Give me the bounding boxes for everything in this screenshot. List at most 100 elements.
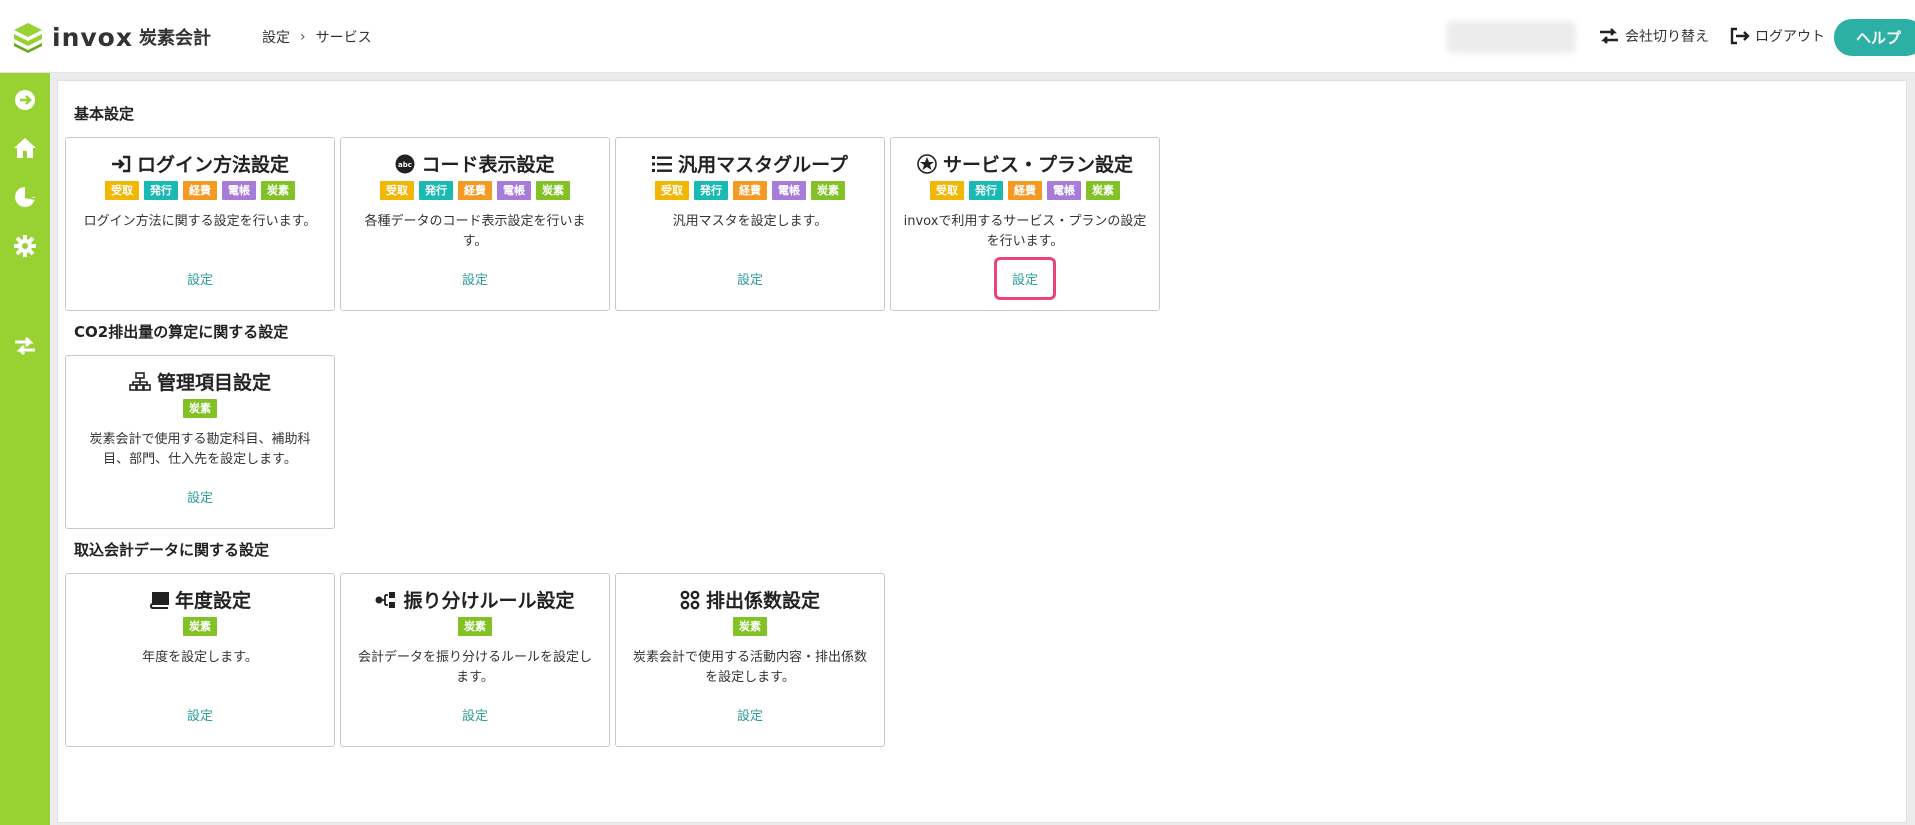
settings-link[interactable]: 設定 [721,257,779,300]
logo-subtitle: 炭素会計 [138,28,211,49]
card-fiscal-year: 年度設定 炭素 年度を設定します。 設定 [65,573,335,747]
section-title-basic: 基本設定 [74,105,135,123]
settings-link[interactable]: 設定 [171,475,229,518]
sidebar-arrow-circle-icon[interactable] [13,88,37,112]
tag-denchou: 電帳 [1047,181,1081,200]
switch-company-button[interactable]: 会社切り替え [1598,26,1709,46]
logo-text: invox [52,22,133,52]
breadcrumb-item-settings[interactable]: 設定 [262,27,290,47]
sidebar [0,73,50,825]
card-title: サービス・プラン設定 [942,154,1133,176]
tag-juryo: 受取 [380,181,414,200]
service-tags: 炭素 [341,617,609,636]
card-title: 汎用マスタグループ [678,154,848,176]
card-title: 管理項目設定 [156,372,271,394]
sidebar-home-icon[interactable] [13,136,37,160]
tag-tanso: 炭素 [733,617,767,636]
settings-link[interactable]: 設定 [446,257,504,300]
card-description: 汎用マスタを設定します。 [672,214,828,229]
tag-keihi: 経費 [733,181,767,200]
tag-juryo: 受取 [930,181,964,200]
book-icon [149,591,169,609]
tag-hakko: 発行 [694,181,728,200]
service-tags: 受取 発行 経費 電帳 炭素 [341,181,609,200]
settings-link-highlighted[interactable]: 設定 [993,257,1056,300]
card-management-items: 管理項目設定 炭素 炭素会計で使用する勘定科目、補助科目、部門、仕入先を設定しま… [65,355,335,529]
card-sorting-rules: 振り分けルール設定 炭素 会計データを振り分けるルールを設定します。 設定 [340,573,610,747]
card-title: 年度設定 [174,590,251,612]
logout-icon [1730,27,1750,45]
card-code-display: abc コード表示設定 受取 発行 経費 電帳 炭素 各種データのコード表示設定… [340,137,610,311]
breadcrumb: 設定 › サービス [262,27,372,47]
app-header: invox 炭素会計 設定 › サービス 会社切り替え ログアウト ヘルプ [0,0,1915,73]
sidebar-switch-icon[interactable] [13,334,37,358]
tag-hakko: 発行 [419,181,453,200]
tag-denchou: 電帳 [222,181,256,200]
card-description: 炭素会計で使用する勘定科目、補助科目、部門、仕入先を設定します。 [89,432,311,467]
card-title: コード表示設定 [421,154,555,176]
help-button[interactable]: ヘルプ [1834,19,1915,56]
service-tags: 受取 発行 経費 電帳 炭素 [616,181,884,200]
card-service-plan: サービス・プラン設定 受取 発行 経費 電帳 炭素 invoxで利用するサービス… [890,137,1160,311]
breadcrumb-chevron-icon: › [300,29,306,45]
card-general-master-group: 汎用マスタグループ 受取 発行 経費 電帳 炭素 汎用マスタを設定します。 設定 [615,137,885,311]
app-logo[interactable]: invox 炭素会計 [12,20,211,54]
card-title: ログイン方法設定 [136,154,289,176]
tag-denchou: 電帳 [772,181,806,200]
user-name-blurred[interactable] [1446,21,1576,53]
service-tags: 炭素 [66,399,334,418]
logo-cube-icon [14,23,42,53]
service-tags: 受取 発行 経費 電帳 炭素 [66,181,334,200]
section-title-imported-data: 取込会計データに関する設定 [74,541,270,559]
card-description: invoxで利用するサービス・プランの設定を行います。 [903,214,1147,249]
card-description: 炭素会計で使用する活動内容・排出係数を設定します。 [632,650,867,685]
tag-tanso: 炭素 [811,181,845,200]
hierarchy-icon [129,371,151,392]
tag-keihi: 経費 [1008,181,1042,200]
sidebar-gear-icon[interactable] [13,234,37,258]
star-badge-icon [917,153,937,174]
logout-button[interactable]: ログアウト [1730,26,1825,46]
tag-keihi: 経費 [183,181,217,200]
settings-link[interactable]: 設定 [171,693,229,736]
tag-denchou: 電帳 [497,181,531,200]
sidebar-pie-chart-icon[interactable] [13,185,37,209]
tag-tanso: 炭素 [261,181,295,200]
tag-hakko: 発行 [144,181,178,200]
card-description: 会計データを振り分けるルールを設定します。 [357,650,592,685]
card-description: 年度を設定します。 [142,650,258,665]
tag-juryo: 受取 [655,181,689,200]
card-title: 振り分けルール設定 [403,590,575,612]
card-title: 排出係数設定 [705,590,820,612]
card-emission-factors: 排出係数設定 炭素 炭素会計で使用する活動内容・排出係数を設定します。 設定 [615,573,885,747]
logout-label: ログアウト [1755,29,1825,45]
card-login-method: ログイン方法設定 受取 発行 経費 電帳 炭素 ログイン方法に関する設定を行いま… [65,137,335,311]
split-icon [375,591,397,609]
svg-text:abc: abc [399,161,413,169]
service-tags: 炭素 [66,617,334,636]
dots-grid-icon [680,590,700,610]
abc-icon: abc [395,154,415,174]
tag-juryo: 受取 [105,181,139,200]
tag-keihi: 経費 [458,181,492,200]
tag-tanso: 炭素 [536,181,570,200]
breadcrumb-item-service: サービス [315,30,372,46]
card-description: 各種データのコード表示設定を行います。 [364,214,586,249]
tag-tanso: 炭素 [1086,181,1120,200]
section-title-co2: CO2排出量の算定に関する設定 [74,323,289,341]
settings-link[interactable]: 設定 [171,257,229,300]
service-tags: 炭素 [616,617,884,636]
tag-hakko: 発行 [969,181,1003,200]
switch-icon [1600,28,1618,44]
service-tags: 受取 発行 経費 電帳 炭素 [891,181,1159,200]
tag-tanso: 炭素 [458,617,492,636]
tag-tanso: 炭素 [183,399,217,418]
tag-tanso: 炭素 [183,617,217,636]
settings-link[interactable]: 設定 [446,693,504,736]
list-icon [652,155,673,173]
switch-company-label: 会社切り替え [1625,29,1709,45]
login-icon [111,155,131,173]
card-description: ログイン方法に関する設定を行います。 [83,214,317,229]
settings-panel: 基本設定 ログイン方法設定 受取 発行 経費 電帳 炭素 ログイン方法に関する設… [57,80,1907,823]
settings-link[interactable]: 設定 [721,693,779,736]
